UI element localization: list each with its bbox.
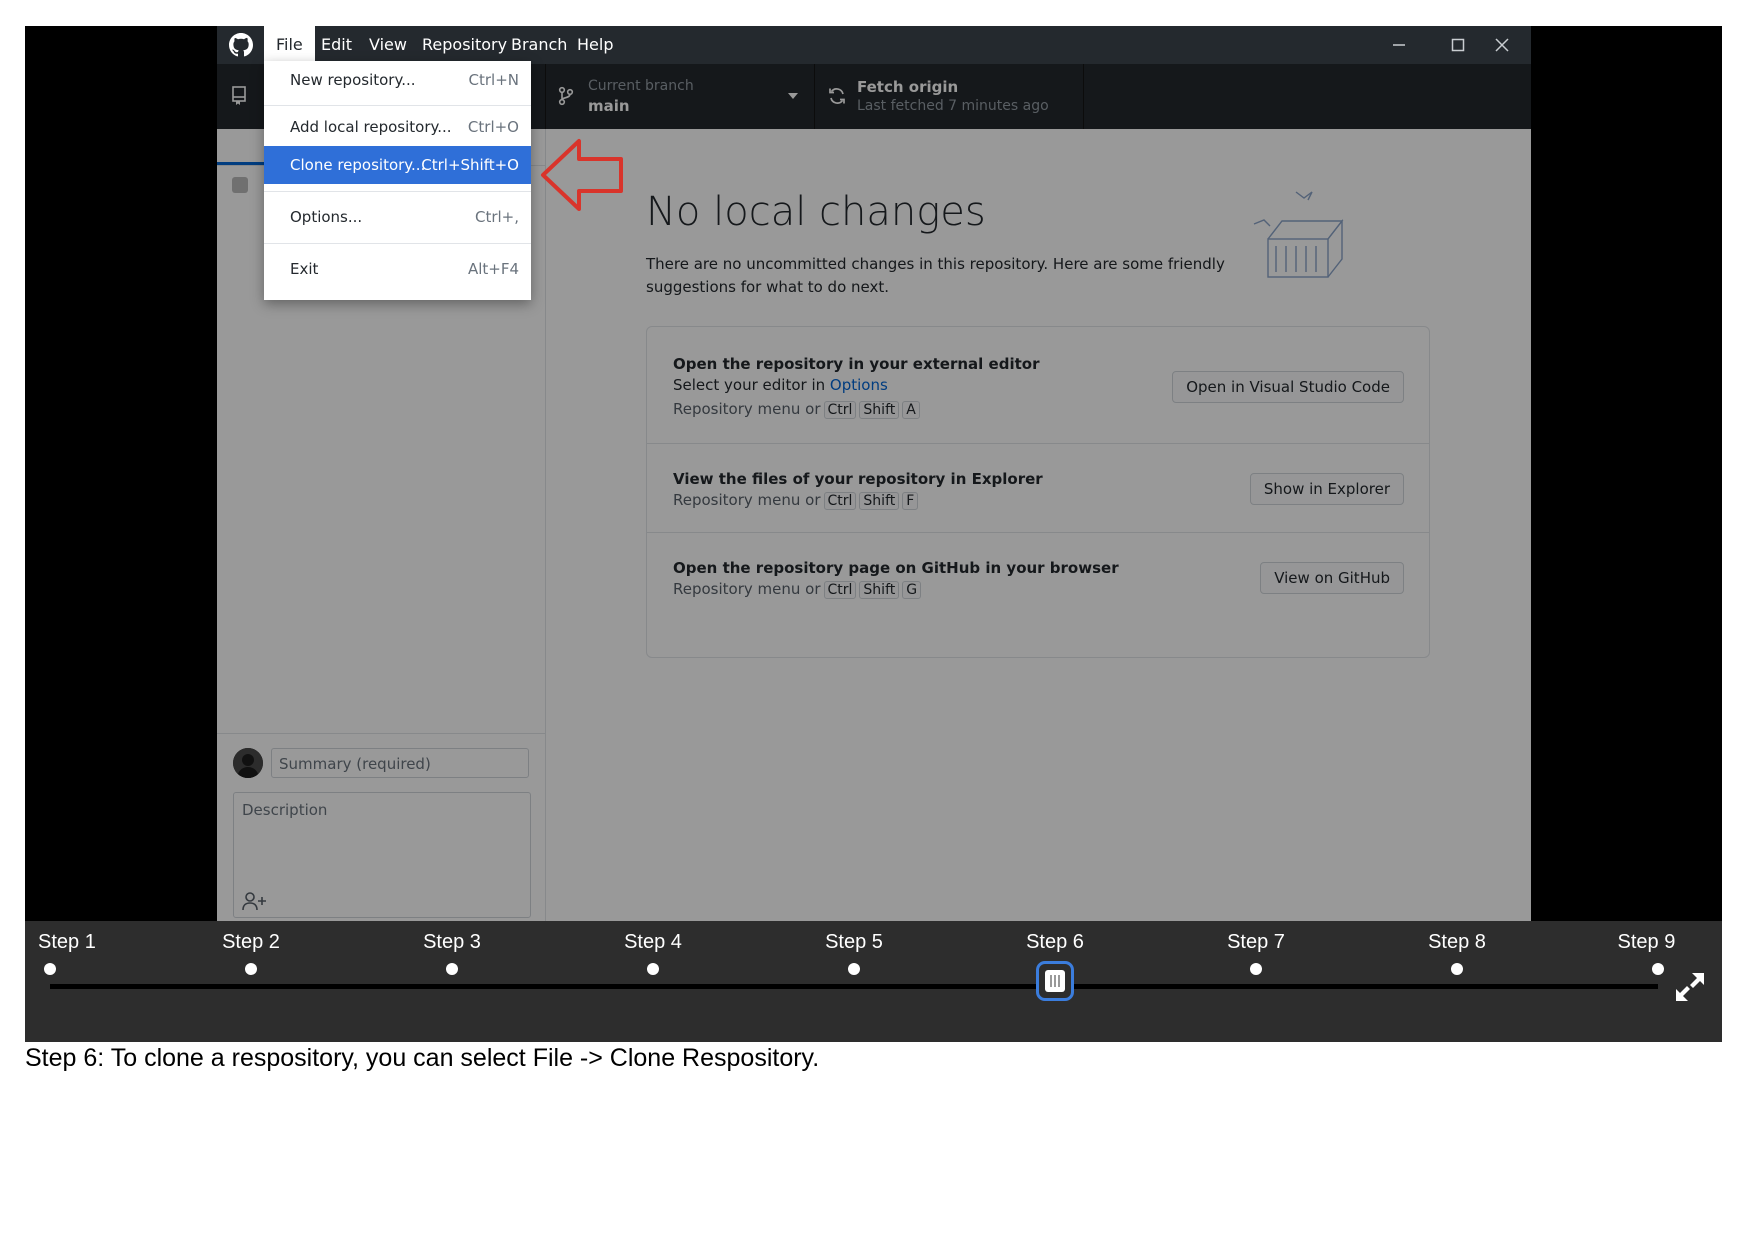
menu-item-shortcut: Ctrl+, — [474, 208, 519, 226]
menu-item-exit[interactable]: Exit Alt+F4 — [264, 250, 531, 288]
menu-separator — [264, 243, 531, 244]
step-dot[interactable] — [446, 963, 458, 975]
step-dot[interactable] — [647, 963, 659, 975]
step-label: Step 6 — [1026, 931, 1084, 953]
menu-item-label: Options... — [290, 208, 363, 226]
maximize-icon — [1451, 38, 1465, 52]
menu-help[interactable]: Help — [565, 26, 625, 64]
step-dot[interactable] — [245, 963, 257, 975]
step-label: Step 5 — [825, 931, 883, 953]
close-icon — [1495, 38, 1509, 52]
step-label: Step 2 — [222, 931, 280, 953]
menu-item-shortcut: Ctrl+O — [467, 118, 519, 136]
step-dot[interactable] — [1652, 963, 1664, 975]
step-dot[interactable] — [848, 963, 860, 975]
menu-item-label: Clone repository... — [290, 156, 426, 174]
step-navigation: Step 1 Step 2 Step 3 Step 4 Step 5 Step 6 Step… — [25, 921, 1722, 1042]
step-label: Step 1 — [38, 931, 96, 953]
github-logo-icon — [229, 33, 253, 57]
step-track[interactable] — [50, 984, 1658, 989]
step-label: Step 3 — [423, 931, 481, 953]
menu-separator — [264, 105, 531, 106]
step-dot[interactable] — [1250, 963, 1262, 975]
step-label: Step 4 — [624, 931, 682, 953]
menu-file[interactable]: File — [264, 26, 315, 64]
menu-edit[interactable]: Edit — [309, 26, 364, 64]
menu-item-options[interactable]: Options... Ctrl+, — [264, 198, 531, 236]
menu-item-shortcut: Ctrl+Shift+O — [421, 156, 519, 174]
menu-item-label: New repository... — [290, 71, 416, 89]
close-button[interactable] — [1473, 26, 1531, 64]
slider-grip-icon — [1045, 970, 1065, 992]
step-label: Step 8 — [1428, 931, 1486, 953]
step-label: Step 9 — [1617, 931, 1676, 953]
menu-item-shortcut: Ctrl+N — [468, 71, 519, 89]
step-dot[interactable] — [1451, 963, 1463, 975]
menu-item-shortcut: Alt+F4 — [467, 260, 519, 278]
step-caption: Step 6: To clone a respository, you can … — [25, 1044, 820, 1072]
menu-item-label: Exit — [290, 260, 319, 278]
annotation-arrow-icon — [541, 139, 623, 211]
tutorial-viewer: File Edit View Repository Branch Help Cu… — [25, 26, 1722, 1042]
menu-item-new-repository[interactable]: New repository... Ctrl+N — [264, 61, 531, 99]
menu-item-label: Add local repository... — [290, 118, 452, 136]
screenshot-area: File Edit View Repository Branch Help Cu… — [25, 26, 1722, 921]
step-label: Step 7 — [1227, 931, 1285, 953]
menu-bar: File Edit View Repository Branch Help — [217, 26, 1531, 64]
file-menu-dropdown: New repository... Ctrl+N Add local repos… — [264, 61, 531, 300]
step-dot[interactable] — [44, 963, 56, 975]
menu-item-clone-repository[interactable]: Clone repository... Ctrl+Shift+O — [264, 146, 531, 184]
fullscreen-icon[interactable] — [1672, 969, 1708, 1005]
github-desktop-window: File Edit View Repository Branch Help Cu… — [217, 26, 1531, 921]
menu-item-add-local-repository[interactable]: Add local repository... Ctrl+O — [264, 108, 531, 146]
minimize-button[interactable] — [1370, 26, 1428, 64]
menu-separator — [264, 191, 531, 192]
minimize-icon — [1393, 44, 1405, 46]
step-slider-thumb[interactable] — [1036, 961, 1074, 1001]
